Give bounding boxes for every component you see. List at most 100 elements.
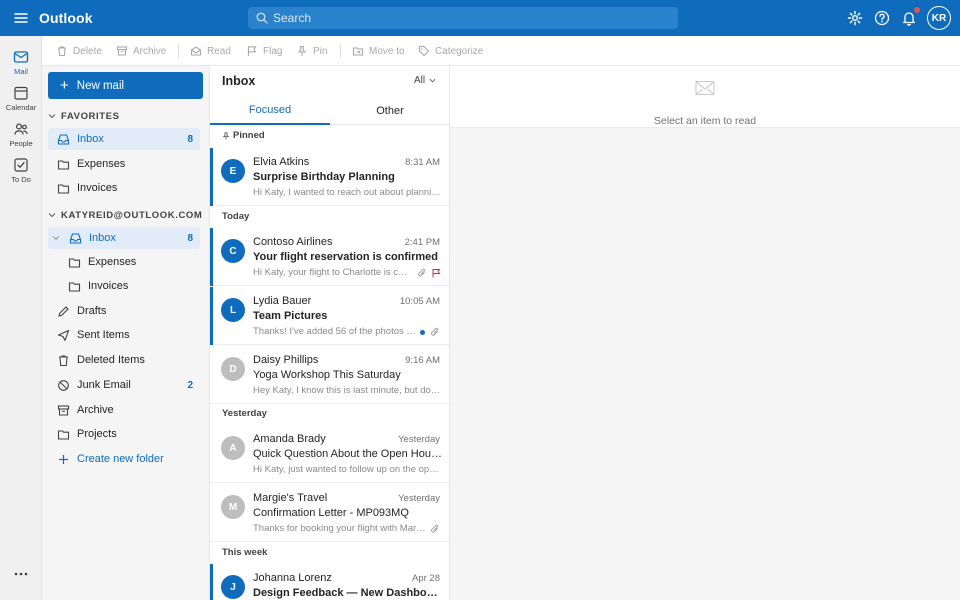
help-icon[interactable] — [873, 9, 891, 27]
sender-avatar: A — [221, 436, 245, 460]
hamburger-menu-icon[interactable] — [12, 9, 30, 27]
archive-button[interactable]: Archive — [116, 36, 166, 66]
rail-item-mail[interactable]: Mail — [0, 46, 42, 80]
rail-item-todo[interactable]: To Do — [0, 154, 42, 188]
group-header-yesterday: Yesterday — [222, 408, 267, 419]
archive-icon — [116, 46, 128, 56]
rail-label: To Do — [11, 175, 31, 184]
app-brand[interactable]: Outlook — [39, 10, 93, 26]
message-item-contoso[interactable]: C Contoso Airlines 2:41 PM Your flight r… — [210, 228, 449, 286]
search-input[interactable] — [273, 7, 668, 29]
chevron-down-icon — [429, 78, 436, 83]
folder-drafts[interactable]: Drafts — [48, 300, 200, 322]
folder-label: Invoices — [88, 280, 129, 292]
inbox-tabs: Focused Other — [210, 96, 449, 125]
folder-sent[interactable]: Sent Items — [48, 324, 200, 346]
list-title: Inbox — [222, 74, 256, 88]
chevron-down-icon[interactable] — [52, 234, 60, 242]
create-folder-label: Create new folder — [77, 453, 164, 465]
account-expenses[interactable]: Expenses — [68, 251, 200, 273]
rail-item-calendar[interactable]: Calendar — [0, 82, 42, 116]
folder-label: Expenses — [77, 158, 126, 170]
account-inbox[interactable]: Inbox 8 — [48, 227, 200, 249]
tab-focused[interactable]: Focused — [210, 96, 330, 125]
notification-badge — [914, 7, 920, 13]
folder-projects[interactable]: Projects — [48, 423, 200, 445]
group-header-this-week: This week — [222, 547, 268, 558]
message-item-lydia[interactable]: L Lydia Bauer 10:05 AM Team Pictures Tha… — [210, 287, 449, 345]
new-mail-button[interactable]: + New mail — [48, 72, 203, 99]
favorites-header[interactable]: FAVORITES — [48, 108, 120, 124]
delete-button[interactable]: Delete — [56, 36, 102, 66]
message-item-johanna[interactable]: J Johanna Lorenz Apr 28 Design Feedback … — [210, 564, 449, 600]
flag-icon — [247, 46, 257, 56]
favorite-inbox[interactable]: Inbox 8 — [48, 128, 200, 150]
rail-label: Mail — [14, 67, 28, 76]
folder-label: Archive — [77, 404, 114, 416]
folder-deleted[interactable]: Deleted Items — [48, 349, 200, 371]
filter-label: All — [414, 75, 426, 86]
folder-label: Invoices — [77, 182, 118, 194]
read-label: Read — [207, 45, 231, 57]
group-header-pinned: Pinned — [222, 130, 265, 141]
filter-dropdown[interactable]: All — [414, 75, 436, 86]
flag-label: Flag — [263, 45, 283, 57]
folder-archive[interactable]: Archive — [48, 399, 200, 421]
command-divider — [340, 44, 341, 58]
account-invoices[interactable]: Invoices — [68, 275, 200, 297]
unread-count: 8 — [187, 232, 193, 244]
favorite-expenses[interactable]: Expenses — [48, 153, 200, 175]
folder-label: Inbox — [77, 133, 104, 145]
move-to-button[interactable]: Move to — [352, 36, 405, 66]
sender-avatar: J — [221, 575, 245, 599]
message-item-amanda[interactable]: A Amanda Brady Yesterday Quick Question … — [210, 425, 449, 483]
sender-avatar: C — [221, 239, 245, 263]
favorites-label: FAVORITES — [61, 110, 120, 122]
account-header[interactable]: KATYREID@OUTLOOK.COM — [48, 207, 202, 223]
pin-icon — [297, 45, 307, 56]
message-item-elvia[interactable]: E Elvia Atkins 8:31 AM Surprise Birthday… — [210, 148, 449, 206]
flag-button[interactable]: Flag — [246, 36, 282, 66]
tab-other[interactable]: Other — [330, 96, 449, 125]
attachment-icon — [431, 327, 439, 336]
message-time: 10:05 AM — [399, 296, 440, 307]
unread-count: 2 — [187, 379, 193, 391]
sender-avatar: D — [221, 357, 245, 381]
message-item-daisy[interactable]: D Daisy Phillips 9:16 AM Yoga Workshop T… — [210, 346, 449, 404]
rail-item-people[interactable]: People — [0, 118, 42, 152]
pin-button[interactable]: Pin — [296, 36, 327, 66]
message-subject: Your flight reservation is confirmed — [253, 251, 438, 263]
tag-icon — [418, 45, 430, 57]
inbox-icon — [57, 133, 70, 145]
categorize-button[interactable]: Categorize — [418, 36, 483, 66]
more-apps-icon[interactable] — [12, 567, 30, 581]
message-subject: Quick Question About the Open Hou… — [253, 448, 442, 460]
message-subject: Team Pictures — [253, 310, 328, 322]
account-label: KATYREID@OUTLOOK.COM — [61, 209, 203, 221]
message-preview: Hi Katy, I wanted to reach out about pla… — [253, 187, 441, 198]
sender-name: Contoso Airlines — [253, 236, 333, 248]
search-box[interactable] — [248, 7, 678, 29]
user-avatar[interactable]: KR — [927, 6, 951, 30]
favorite-invoices[interactable]: Invoices — [48, 177, 200, 199]
folder-icon — [57, 429, 70, 440]
message-item-margie[interactable]: M Margie's Travel Yesterday Confirmation… — [210, 484, 449, 542]
send-icon — [57, 329, 70, 341]
chevron-down-icon — [48, 213, 56, 218]
mail-icon — [13, 51, 29, 63]
flag-icon[interactable] — [431, 268, 441, 278]
open-envelope-icon — [190, 46, 202, 56]
message-subject: Yoga Workshop This Saturday — [253, 369, 401, 381]
create-folder-link[interactable]: Create new folder — [48, 448, 200, 470]
settings-gear-icon[interactable] — [846, 9, 864, 27]
folder-junk[interactable]: Junk Email 2 — [48, 374, 200, 396]
mark-read-button[interactable]: Read — [190, 36, 231, 66]
trash-icon — [59, 354, 68, 366]
message-time: 9:16 AM — [405, 355, 440, 366]
folder-label: Inbox — [89, 232, 116, 244]
folder-label: Drafts — [77, 305, 107, 317]
calendar-icon — [14, 86, 28, 100]
move-label: Move to — [369, 45, 405, 57]
plus-icon: + — [60, 77, 69, 94]
message-subject: Confirmation Letter - MP093MQ — [253, 507, 409, 519]
